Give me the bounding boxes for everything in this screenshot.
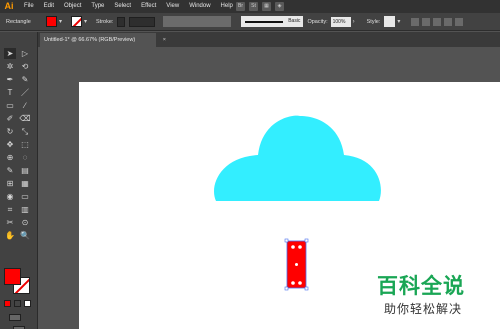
anchor-point[interactable] [291, 245, 295, 249]
bounding-handle[interactable] [304, 286, 309, 291]
cloud-shape[interactable] [214, 115, 381, 201]
bounding-handle[interactable] [284, 286, 289, 291]
anchor-point[interactable] [298, 245, 302, 249]
anchor-point[interactable] [298, 281, 302, 285]
watermark-title: 百科全说 [377, 274, 465, 298]
center-point [295, 263, 298, 266]
anchor-point[interactable] [291, 281, 295, 285]
bounding-handle[interactable] [304, 238, 309, 243]
watermark-subtitle: 助你轻松解决 [384, 302, 463, 316]
bounding-handle[interactable] [284, 238, 289, 243]
